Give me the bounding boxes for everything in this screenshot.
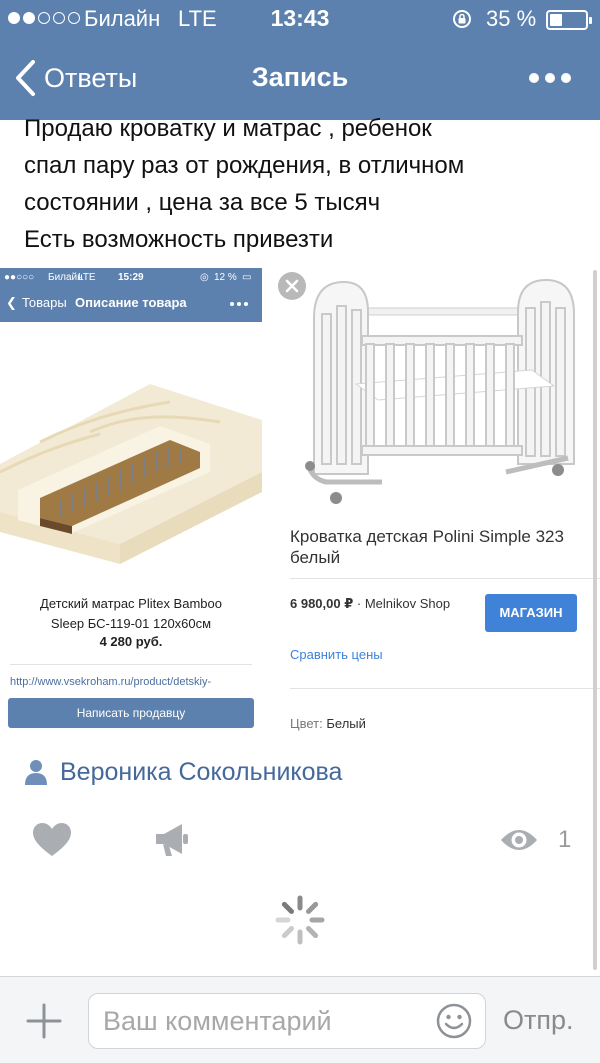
embedded-network: LTE (78, 272, 96, 283)
product-url: http://www.vsekroham.ru/product/detskiy- (10, 676, 212, 688)
embedded-more-icon (230, 302, 248, 306)
compare-prices-link: Сравнить цены (290, 647, 383, 662)
product-price-seller: 6 980,00 ₽ · Melnikov Shop (290, 596, 450, 612)
post-text-line: Продаю кроватку и матрас , ребенок (24, 115, 432, 142)
color-label: Цвет: (290, 716, 323, 731)
product-price: 4 280 руб. (99, 634, 163, 649)
back-button[interactable]: Ответы (12, 56, 137, 100)
embedded-screenshot-header: ●●○○○ Билайн LTE 15:29 ◎ 12 % ▭ ❮ Товары… (0, 268, 262, 322)
post-text-line: Есть возможность привезти (24, 226, 334, 253)
product-name-line: Детский матрас Plitex Bamboo (40, 596, 222, 611)
send-button[interactable]: Отпр. (503, 1005, 574, 1036)
post-text-line: состоянии , цена за все 5 тысяч (24, 189, 381, 216)
embedded-back-label: Товары (22, 295, 67, 310)
comment-input[interactable] (88, 993, 486, 1049)
post-text-line: спал пару раз от рождения, в отличном (24, 152, 465, 179)
post-text: Продаю кроватку и матрас , ребенок спал … (24, 110, 584, 258)
status-bar: Билайн LTE 13:43 35 % (0, 0, 600, 38)
view-counter: 1 (500, 822, 571, 858)
embedded-title: Описание товара (75, 295, 187, 310)
color-value: Белый (326, 716, 366, 731)
embedded-back-chevron-icon: ❮ (6, 295, 17, 310)
views-count: 1 (558, 826, 572, 853)
rotation-lock-icon (453, 10, 471, 28)
navigation-bar: Ответы Запись (0, 42, 600, 114)
embedded-battery: 12 % (214, 272, 237, 283)
attached-photo-crib[interactable]: Кроватка детская Polini Simple 323 белый… (272, 268, 600, 736)
back-button-label: Ответы (44, 62, 138, 93)
divider (10, 664, 252, 665)
seller-name: · Melnikov Shop (353, 596, 451, 611)
close-icon[interactable] (278, 272, 306, 300)
embedded-signal-icon: ●●○○○ (4, 272, 35, 283)
scrollbar[interactable] (593, 270, 597, 970)
product-price: 6 980,00 ₽ (290, 596, 354, 611)
embedded-battery-icon: ▭ (242, 272, 252, 283)
battery-percentage: 35 % (486, 6, 537, 31)
divider (290, 688, 600, 689)
mattress-image (0, 322, 262, 582)
product-name: Детский матрас Plitex Bamboo Sleep БС-11… (10, 594, 252, 634)
color-attribute: Цвет: Белый (290, 716, 366, 731)
share-megaphone-icon[interactable] (152, 820, 192, 860)
product-name-line: Sleep БС-119-01 120х60см (50, 616, 212, 631)
top-bar: Билайн LTE 13:43 35 % Ответы Запись (0, 0, 600, 120)
attached-photo-mattress[interactable]: ●●○○○ Билайн LTE 15:29 ◎ 12 % ▭ ❮ Товары… (0, 268, 262, 736)
embedded-lock-icon: ◎ (200, 272, 209, 283)
crib-image (305, 278, 575, 504)
embedded-time: 15:29 (118, 272, 144, 283)
user-icon (25, 760, 47, 785)
chevron-left-icon (16, 60, 35, 96)
product-name: Кроватка детская Polini Simple 323 белый (290, 527, 564, 567)
author-name: Вероника Сокольникова (60, 757, 343, 786)
battery-icon (546, 10, 592, 30)
add-attachment-plus-icon[interactable] (24, 1001, 64, 1041)
post-author[interactable]: Вероника Сокольникова (24, 755, 342, 789)
message-seller-button: Написать продавцу (8, 698, 254, 728)
loading-spinner-icon (275, 895, 325, 945)
eye-icon (501, 830, 537, 850)
divider (290, 578, 600, 579)
more-options-button[interactable] (520, 60, 580, 96)
emoji-smile-icon[interactable] (436, 1003, 472, 1039)
like-heart-icon[interactable] (32, 822, 72, 858)
comment-composer: Отпр. (0, 976, 600, 1063)
shop-button: МАГАЗИН (485, 594, 577, 632)
